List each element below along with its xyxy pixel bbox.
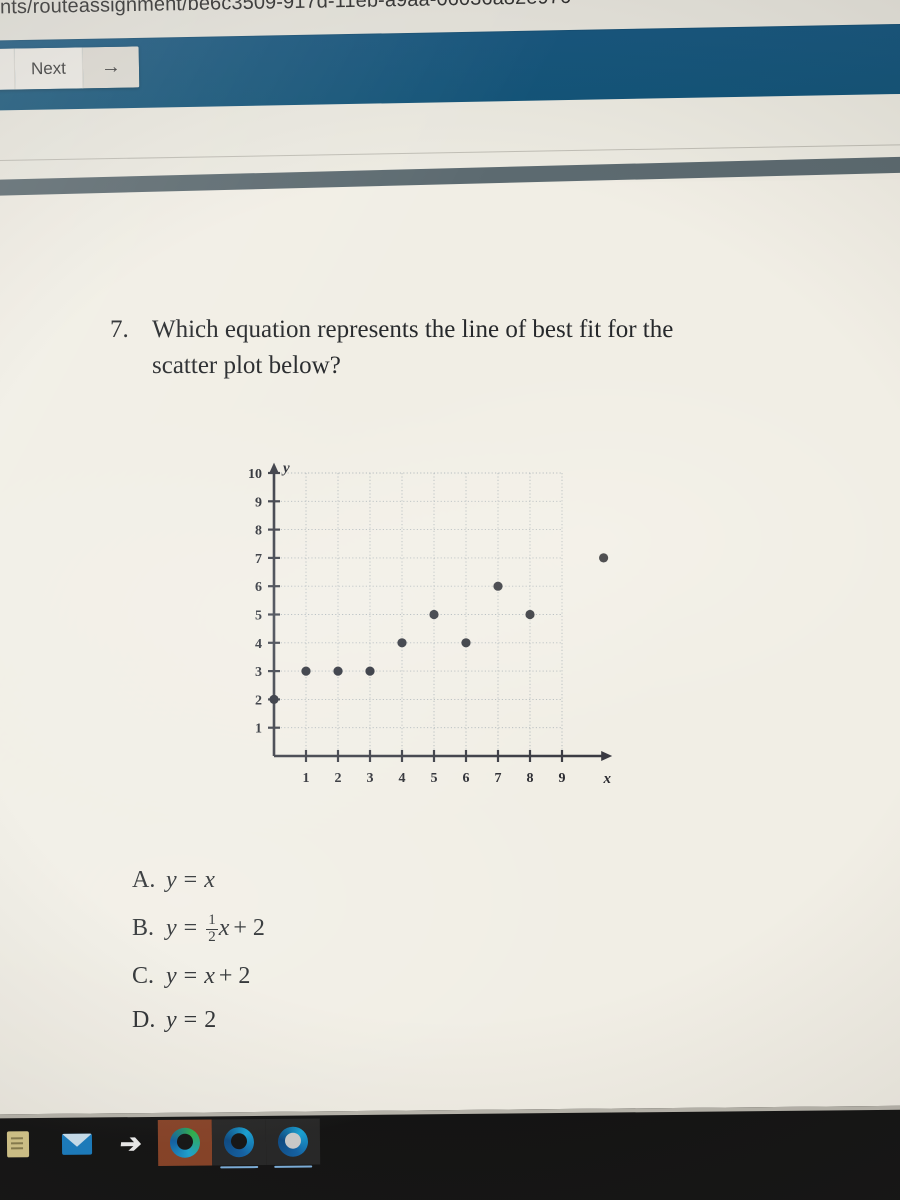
answer-b-lhs: y [166,915,177,942]
x-axis-tick-label: 9 [559,771,566,786]
answer-label-c: C. [132,963,155,990]
answer-equation-b: y = 1 2 x + 2 [166,912,265,944]
answer-equation-d: y = 2 [166,1008,216,1032]
question-number: 7. [110,316,129,343]
x-axis-tick-label: 7 [495,771,502,786]
answer-a-lhs: y [166,867,177,893]
browser-icon[interactable] [157,1119,213,1166]
answer-label-d: D. [132,1007,156,1034]
data-point [461,638,471,648]
y-axis-tick-label: 7 [255,552,262,567]
mail-icon[interactable] [50,1121,104,1168]
answer-b-constant: 2 [252,915,265,942]
answer-equation-a: y = x [166,868,215,892]
answer-d-rhs: 2 [204,1007,217,1034]
answer-choices: A. y = x B. y = 1 2 x + 2 C. y = x + 2 D… [132,868,552,1052]
x-axis-tick-label: 5 [431,771,438,786]
answer-choice-a[interactable]: A. y = x [132,868,552,892]
answer-c-lhs: y [166,963,177,990]
notes-app-icon[interactable] [0,1121,50,1168]
answer-choice-b[interactable]: B. y = 1 2 x + 2 [132,912,552,944]
answer-equation-c: y = x + 2 [166,964,250,988]
data-point [365,666,375,676]
x-axis-tick-label: 1 [303,771,310,786]
data-point [525,609,535,620]
photographed-screen: nts/routeassignment/be6c3509-917d-11eb-a… [0,0,900,1200]
worksheet-content: 7. Which equation represents the line of… [0,0,900,1120]
data-point [493,581,503,591]
answer-d-lhs: y [166,1007,177,1034]
fraction-denominator: 2 [206,928,218,945]
answer-c-eq: = [183,963,198,990]
question-block: 7. Which equation represents the line of… [110,312,730,383]
answer-a-rhs: x [204,867,215,893]
answer-b-variable: x [218,915,230,942]
x-axis-arrow [601,751,613,761]
x-axis-tick-label: 3 [367,771,374,786]
data-point [301,666,311,676]
y-axis-tick-label: 9 [255,495,262,510]
answer-d-eq: = [183,1007,198,1034]
answer-label-a: A. [132,867,156,893]
y-axis-tick-label: 8 [255,524,262,539]
x-axis-tick-label: 6 [463,771,470,786]
data-point [269,694,279,704]
fraction-numerator: 1 [208,912,216,928]
x-axis-label: x [602,771,611,787]
answer-b-fraction: 1 2 [206,912,218,945]
y-axis-tick-label: 3 [255,665,262,680]
y-axis-label: y [281,461,290,477]
question-text: Which equation represents the line of be… [152,316,674,379]
answer-a-eq: = [183,867,198,893]
answer-b-eq: = [183,915,198,942]
answer-c-variable: x [204,963,215,990]
y-axis-tick-label: 2 [255,693,262,708]
data-point [599,553,609,563]
y-axis-tick-label: 6 [255,580,262,595]
answer-b-plus: + [233,915,247,942]
y-axis-tick-label: 5 [255,609,262,624]
data-point [429,609,439,620]
browser-icon[interactable] [211,1118,267,1166]
answer-label-b: B. [132,915,155,942]
x-axis-tick-label: 2 [335,771,342,786]
y-axis-tick-label: 4 [255,637,262,652]
taskbar-icons: ➔ [0,1118,321,1168]
answer-choice-c[interactable]: C. y = x + 2 [132,964,552,988]
lightning-icon[interactable]: ➔ [104,1120,158,1167]
data-point [333,666,343,676]
answer-c-plus: + [218,963,233,990]
scatter-plot: 1 2 3 4 5 6 7 8 9 10 1 2 3 4 5 6 7 8 9 y x [232,424,632,814]
scatter-plot-svg: 1 2 3 4 5 6 7 8 9 10 1 2 3 4 5 6 7 8 9 y x [248,461,613,787]
x-axis-tick-label: 4 [399,771,406,786]
y-axis-tick-label: 1 [255,722,262,737]
y-axis-tick-label: 10 [248,467,262,482]
data-point [397,638,407,648]
answer-choice-d[interactable]: D. y = 2 [132,1008,552,1032]
x-axis-tick-label: 8 [527,771,534,786]
answer-c-constant: 2 [238,963,251,990]
browser-account-icon[interactable] [265,1118,321,1165]
